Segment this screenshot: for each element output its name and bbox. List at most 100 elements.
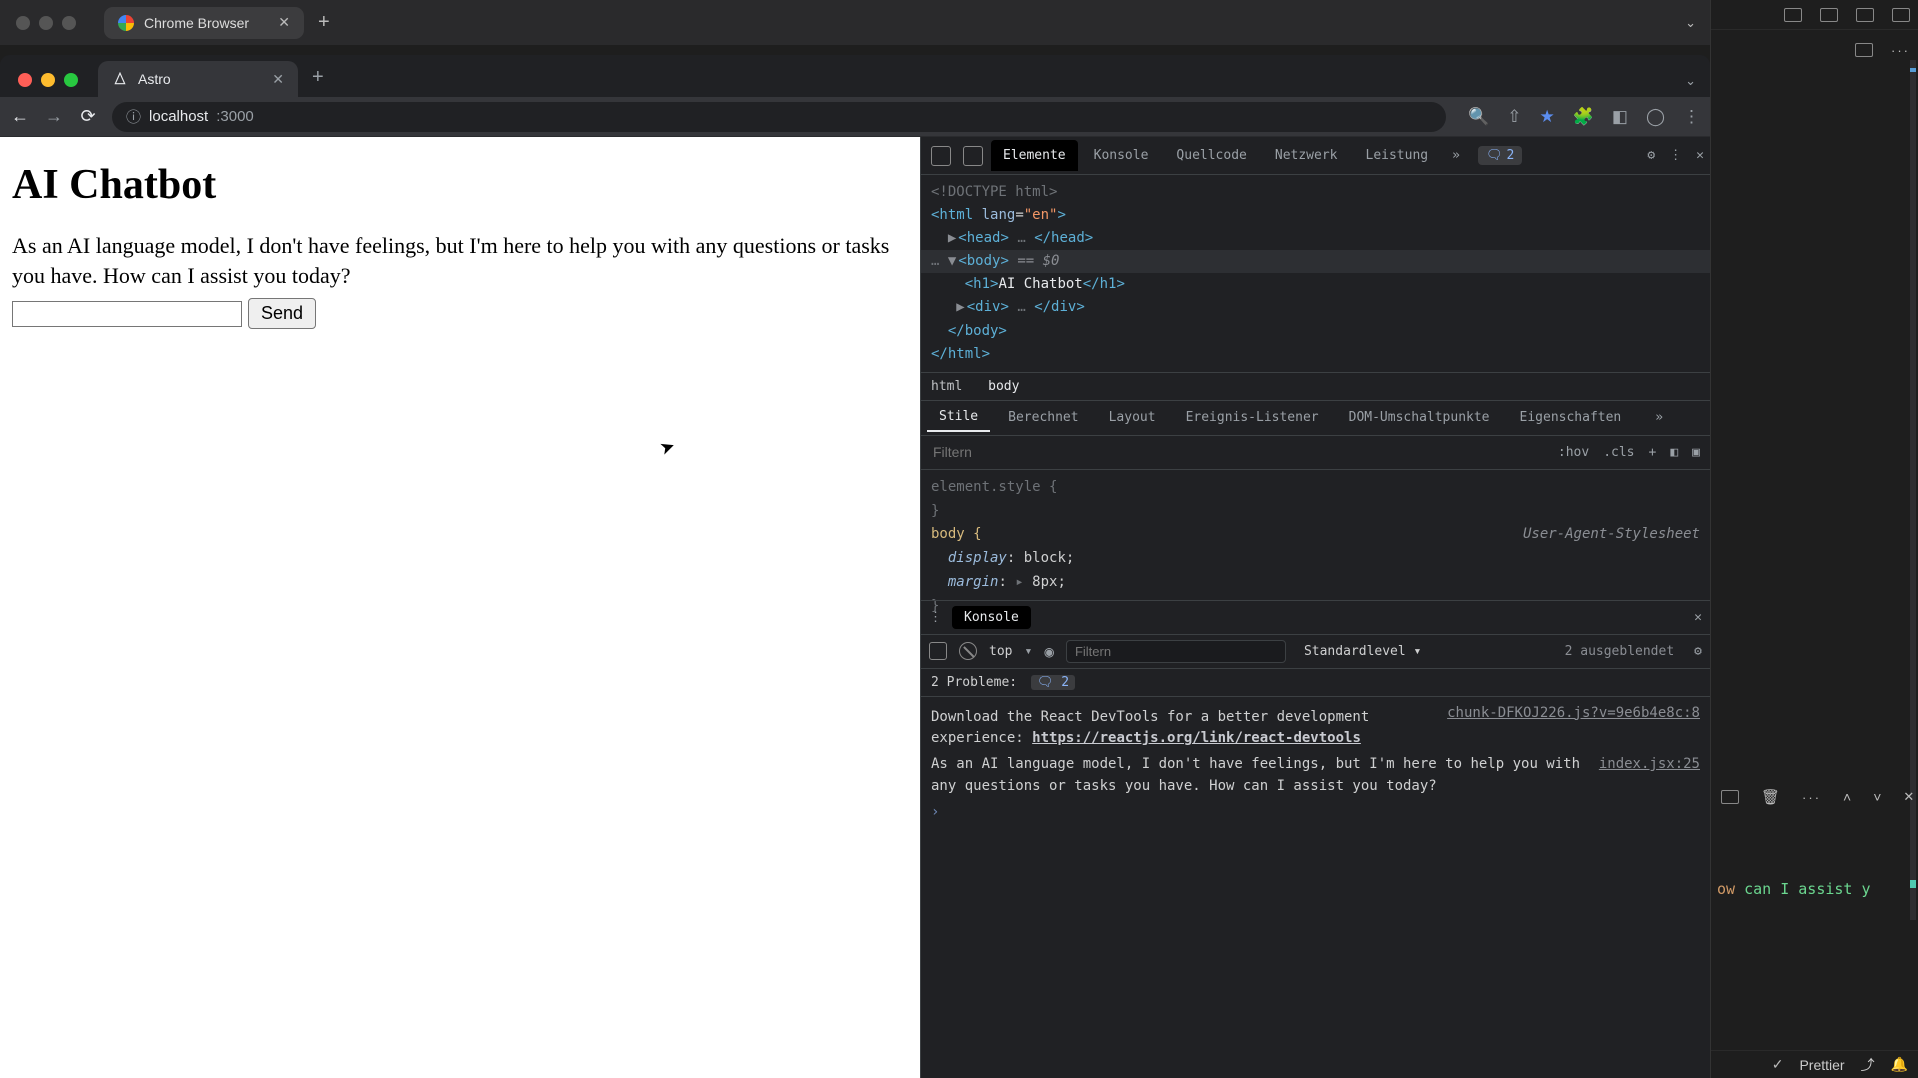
devtools-issues-badge[interactable]: 🗨 2 <box>1478 146 1522 165</box>
chevron-up-icon[interactable]: ˄ <box>1843 789 1851 805</box>
reload-button[interactable]: ⟳ <box>78 106 98 127</box>
styles-tabs-overflow-icon[interactable]: » <box>1643 404 1675 431</box>
drawer-close-icon[interactable]: ✕ <box>1694 610 1702 625</box>
devtools-tab-sources[interactable]: Quellcode <box>1164 140 1258 171</box>
devtools-tabs-overflow-icon[interactable]: » <box>1444 148 1468 163</box>
vscode-panel-close-icon[interactable]: ✕ <box>1903 789 1914 805</box>
address-bar[interactable]: ⓘ localhost:3000 <box>112 102 1446 132</box>
inspect-element-icon[interactable] <box>931 146 951 166</box>
chevron-down-icon[interactable]: ▾ <box>1024 644 1032 659</box>
styles-tab-layout[interactable]: Layout <box>1097 404 1168 431</box>
live-expression-icon[interactable]: ◉ <box>1044 642 1054 661</box>
console-output[interactable]: chunk-DFKOJ226.js?v=9e6b4e8c:8 Download … <box>921 697 1710 1078</box>
vscode-statusbar-right: ✓ Prettier ⤴ 🔔 <box>1711 1050 1918 1078</box>
styles-pane[interactable]: element.style { } body { User-Agent-Styl… <box>921 470 1710 600</box>
chrome-tabs-menu-icon[interactable]: ⌄ <box>1685 73 1696 89</box>
console-filter-input[interactable] <box>1066 640 1286 663</box>
console-prompt-icon[interactable]: › <box>931 804 939 820</box>
kebab-menu-icon[interactable]: ⋮ <box>1683 107 1700 127</box>
devtools-tab-performance[interactable]: Leistung <box>1354 140 1441 171</box>
outer-new-tab-button[interactable]: + <box>318 11 330 34</box>
drawer-tab-console[interactable]: Konsole <box>952 606 1031 629</box>
elements-breadcrumb[interactable]: html body <box>921 372 1710 400</box>
vscode-panel-layout-icon[interactable] <box>1721 790 1739 804</box>
vscode-layout-icon[interactable] <box>1856 8 1874 22</box>
chrome-tab-astro[interactable]: Astro ✕ <box>98 61 298 97</box>
vscode-layout-icon[interactable] <box>1784 8 1802 22</box>
chat-input[interactable] <box>12 301 242 327</box>
browser-viewport: AI Chatbot As an AI language model, I do… <box>0 137 1710 1078</box>
page-title: AI Chatbot <box>12 161 908 209</box>
console-hidden-count[interactable]: 2 ausgeblendet <box>1565 644 1675 659</box>
vscode-terminal-kill-icon[interactable] <box>1761 788 1780 806</box>
vscode-editor-actions: ··· <box>1711 30 1918 70</box>
styles-panel-icon[interactable]: ◧ <box>1670 445 1678 460</box>
site-info-icon[interactable]: ⓘ <box>126 106 141 127</box>
styles-filter-input[interactable] <box>931 443 1544 461</box>
issue-speech-icon: 🗨 <box>1037 675 1054 690</box>
bookmark-star-icon[interactable]: ★ <box>1539 107 1554 127</box>
devtools-kebab-icon[interactable]: ⋮ <box>1669 148 1682 163</box>
devtools-close-icon[interactable]: ✕ <box>1696 148 1704 163</box>
vscode-layout-icon[interactable] <box>1820 8 1838 22</box>
devtools-settings-icon[interactable]: ⚙ <box>1647 148 1655 163</box>
vscode-panel-more-icon[interactable]: ··· <box>1802 790 1821 805</box>
close-icon[interactable]: ✕ <box>278 14 290 31</box>
devtools-tab-elements[interactable]: Elemente <box>991 140 1078 171</box>
styles-cls-button[interactable]: .cls <box>1603 445 1634 460</box>
styles-computed-panel-icon[interactable]: ▣ <box>1692 445 1700 460</box>
profile-avatar-icon[interactable]: ◯ <box>1646 107 1665 127</box>
console-problems-label: 2 Probleme: <box>931 675 1017 690</box>
vscode-terminal-fragment: ow can I assist y <box>1717 880 1871 898</box>
device-toolbar-icon[interactable] <box>963 146 983 166</box>
console-msg-text: As an AI language model, I don't have fe… <box>931 756 1580 794</box>
styles-tab-listeners[interactable]: Ereignis-Listener <box>1174 404 1331 431</box>
console-levels-dropdown[interactable]: Standardlevel ▾ <box>1304 644 1421 659</box>
chrome-logo-icon <box>118 15 134 31</box>
console-settings-icon[interactable]: ⚙ <box>1694 644 1702 659</box>
breadcrumb-body[interactable]: body <box>988 379 1019 394</box>
traffic-close-icon[interactable] <box>18 73 32 87</box>
styles-tab-dombp[interactable]: DOM-Umschaltpunkte <box>1337 404 1502 431</box>
outer-traffic-dot <box>62 16 76 30</box>
side-panel-icon[interactable]: ◧ <box>1612 107 1628 127</box>
styles-tab-styles[interactable]: Stile <box>927 403 990 432</box>
vscode-feedback-icon[interactable]: ⤴ <box>1861 1055 1875 1075</box>
back-button[interactable]: ← <box>10 106 30 127</box>
breadcrumb-html[interactable]: html <box>931 379 962 394</box>
console-clear-icon[interactable] <box>959 642 977 660</box>
chrome-tab-title: Astro <box>138 71 171 87</box>
outer-tab-chrome[interactable]: Chrome Browser ✕ <box>104 7 304 39</box>
extensions-icon[interactable]: 🧩 <box>1573 107 1594 127</box>
vscode-more-actions-icon[interactable]: ··· <box>1891 43 1910 58</box>
vscode-bell-icon[interactable]: 🔔 <box>1891 1056 1908 1073</box>
elements-tree[interactable]: <!DOCTYPE html> <html lang="en"> ▶<head>… <box>921 175 1710 372</box>
styles-tab-computed[interactable]: Berechnet <box>996 404 1090 431</box>
vscode-split-editor-icon[interactable] <box>1855 43 1873 57</box>
styles-tab-props[interactable]: Eigenschaften <box>1508 404 1634 431</box>
chrome-new-tab-button[interactable]: + <box>312 66 324 89</box>
send-button[interactable]: Send <box>248 298 316 329</box>
drawer-drag-handle-icon[interactable]: ⋮ <box>929 610 942 625</box>
console-msg-link[interactable]: https://reactjs.org/link/react-devtools <box>1032 730 1361 746</box>
styles-hov-button[interactable]: :hov <box>1558 445 1589 460</box>
vscode-layout-icon[interactable] <box>1892 8 1910 22</box>
share-icon[interactable]: ⇧ <box>1507 107 1521 127</box>
outer-tabs-menu-icon[interactable]: ⌄ <box>1685 15 1696 31</box>
zoom-icon[interactable]: 🔍 <box>1468 107 1489 127</box>
chevron-down-icon[interactable]: ˅ <box>1873 789 1881 805</box>
console-source-link[interactable]: index.jsx:25 <box>1599 754 1700 776</box>
styles-uas-label: User-Agent-Stylesheet <box>1523 523 1700 547</box>
console-source-link[interactable]: chunk-DFKOJ226.js?v=9e6b4e8c:8 <box>1447 703 1700 725</box>
traffic-zoom-icon[interactable] <box>64 73 78 87</box>
traffic-minimize-icon[interactable] <box>41 73 55 87</box>
devtools-tab-console[interactable]: Konsole <box>1082 140 1161 171</box>
vscode-status-prettier[interactable]: Prettier <box>1799 1057 1844 1073</box>
devtools-tab-network[interactable]: Netzwerk <box>1263 140 1350 171</box>
styles-new-rule-icon[interactable]: + <box>1649 445 1657 460</box>
console-problems-row[interactable]: 2 Probleme: 🗨 2 <box>921 669 1710 697</box>
console-sidebar-toggle-icon[interactable] <box>929 642 947 660</box>
style-value: 8px; <box>1032 574 1066 590</box>
console-context[interactable]: top <box>989 644 1012 659</box>
close-icon[interactable]: ✕ <box>272 71 284 88</box>
